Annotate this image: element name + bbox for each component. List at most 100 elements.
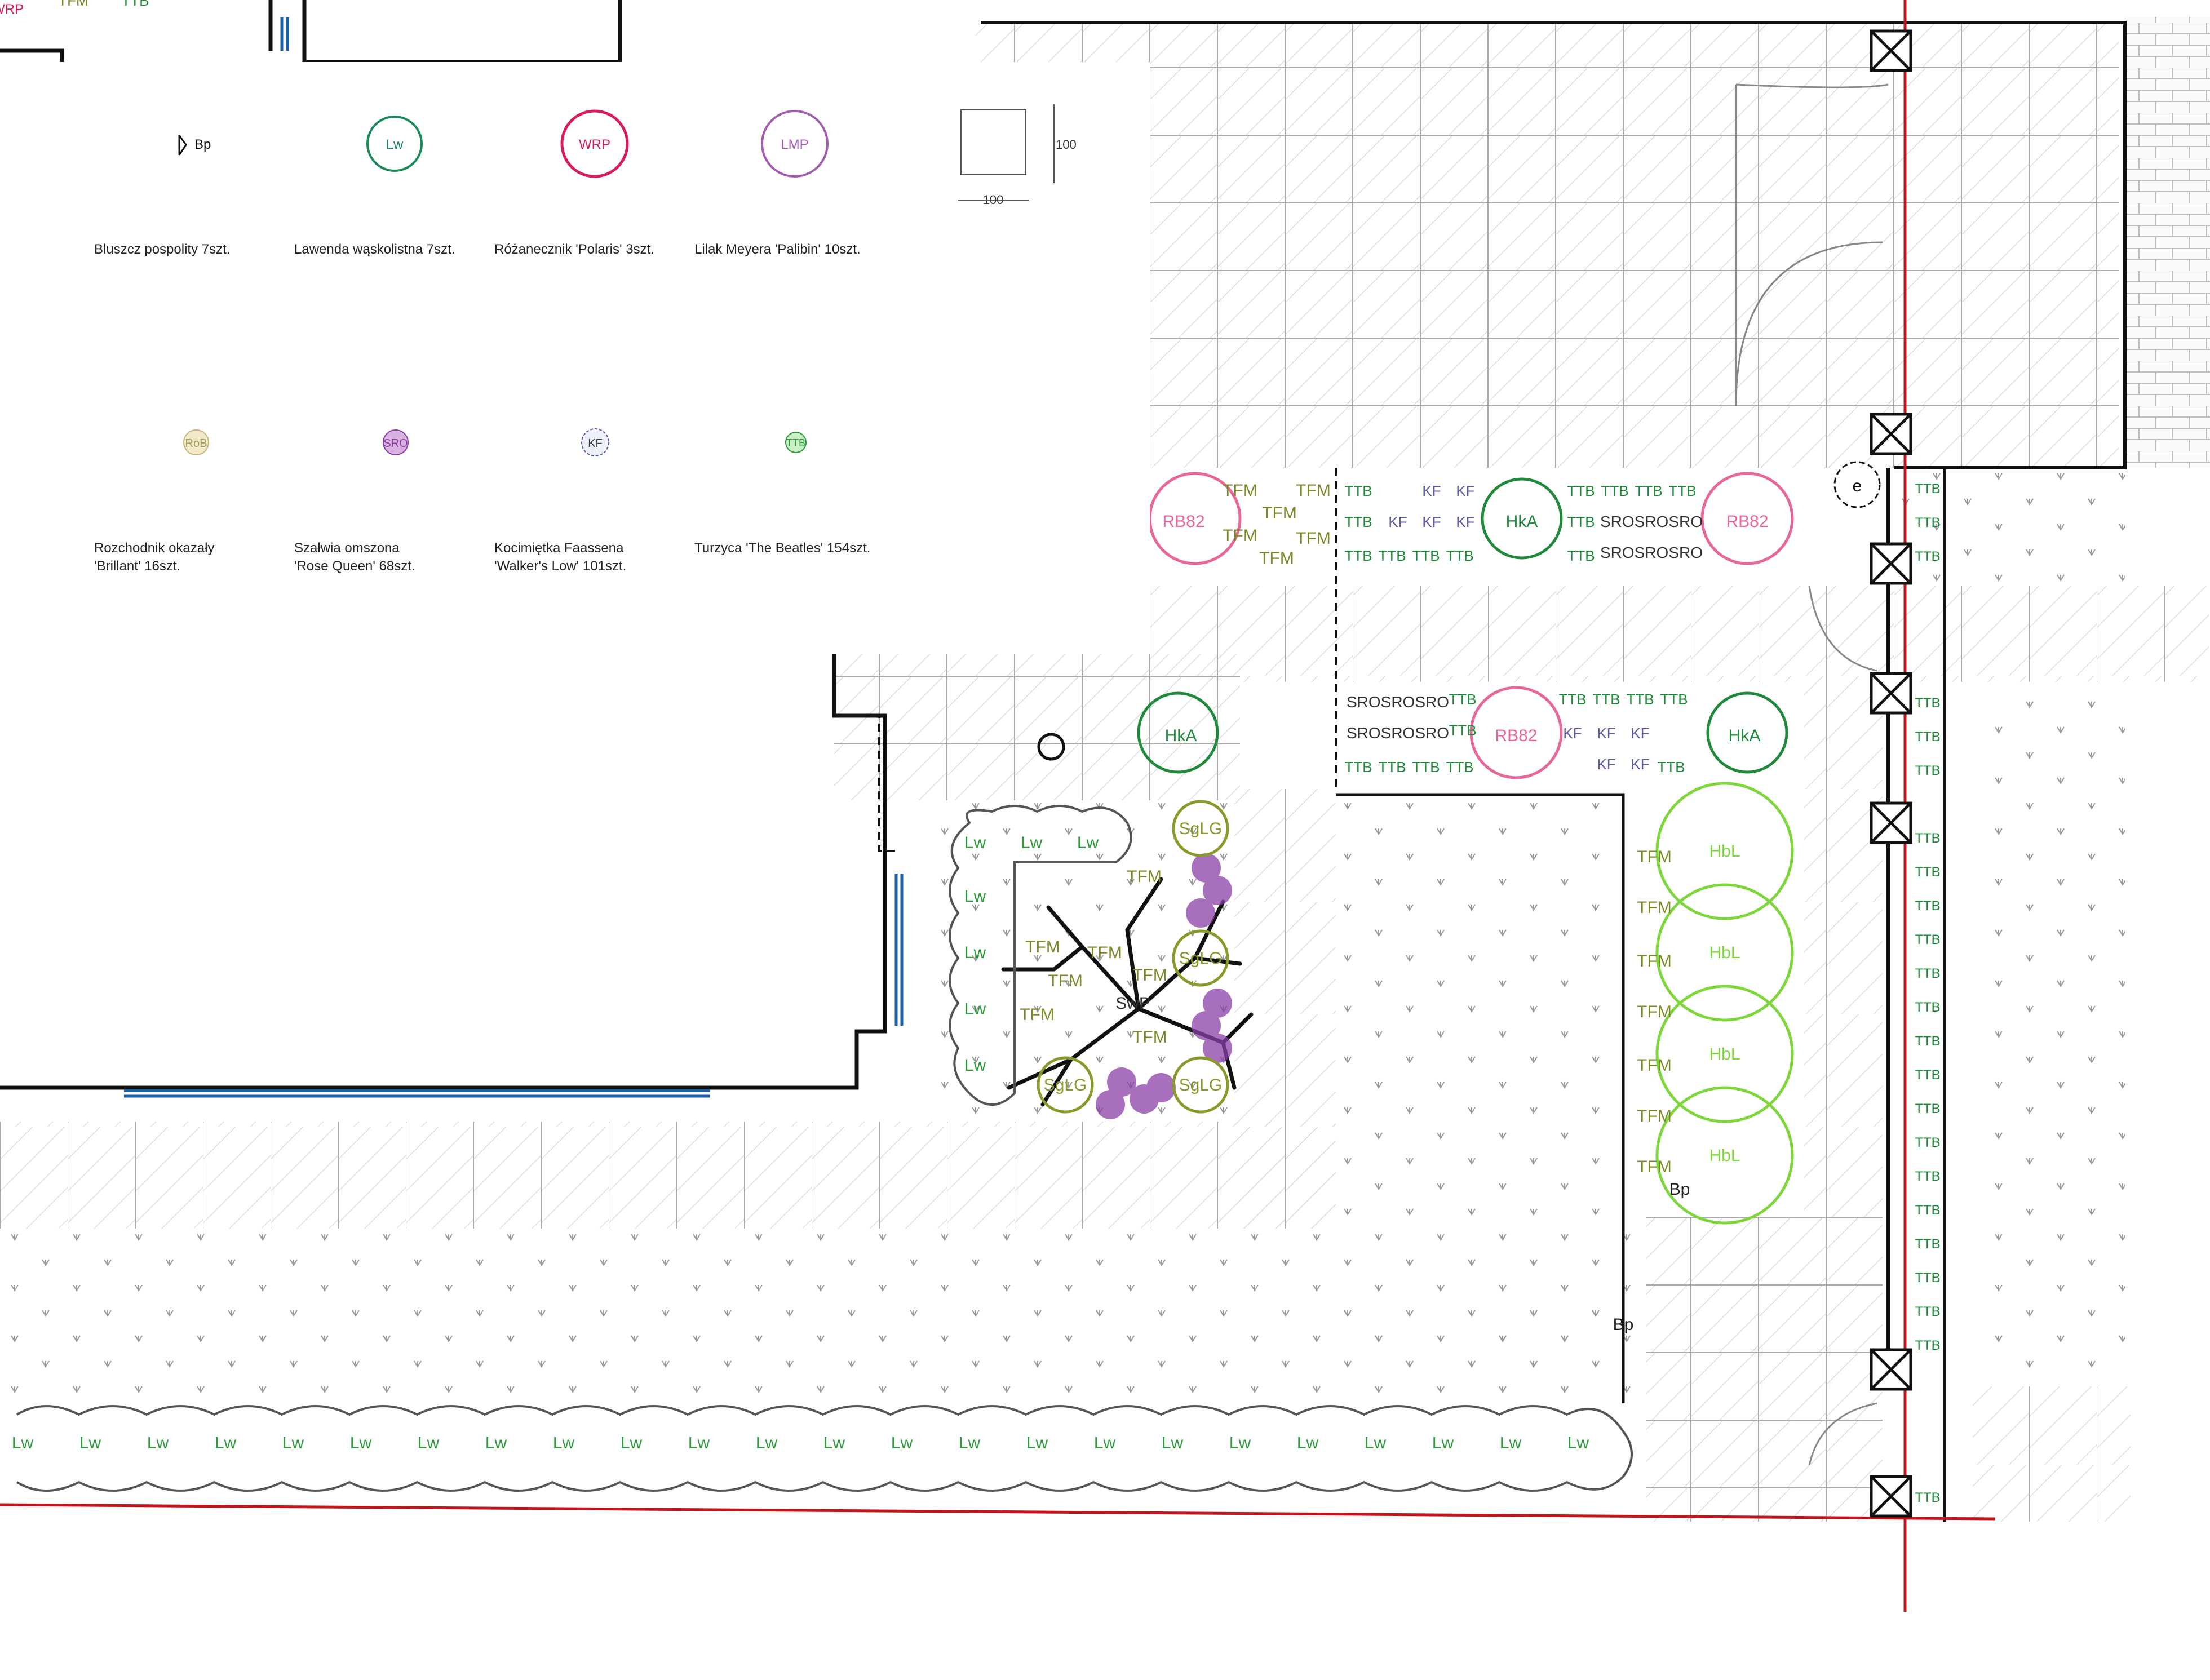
- label-tfm-15: TFM: [1637, 898, 1672, 917]
- label-lw-b22: Lw: [1432, 1434, 1454, 1452]
- label-ttb-fence-14: TTB: [1915, 1067, 1940, 1083]
- label-sro-row-1: SROSROSRO: [1600, 513, 1703, 530]
- label-lw-b13: Lw: [823, 1434, 845, 1452]
- label-rb82-3: RB82: [1495, 726, 1537, 745]
- label-tfm-12: TFM: [1296, 529, 1331, 548]
- label-lw-b15: Lw: [959, 1434, 981, 1452]
- label-lw-b12: Lw: [756, 1434, 778, 1452]
- label-ttb-23: TTB: [1657, 759, 1685, 775]
- legend-name-kf-1: Kocimiętka Faassena: [494, 540, 624, 556]
- label-ttb-1: TTB: [1344, 482, 1372, 499]
- label-tfm-7: TFM: [1132, 1028, 1167, 1047]
- label-kf-6: KF: [1597, 725, 1615, 742]
- label-tfm-19: TFM: [1637, 1107, 1672, 1125]
- label-ttb-fence-7: TTB: [1915, 831, 1940, 846]
- label-ttb-22: TTB: [1660, 691, 1688, 708]
- label-swp: SwP: [1115, 994, 1150, 1013]
- label-ttb-fence-13: TTB: [1915, 1034, 1940, 1049]
- label-lw-b8: Lw: [485, 1434, 507, 1452]
- label-ttb-2: TTB: [1344, 513, 1372, 530]
- label-tfm-20: TFM: [1637, 1158, 1672, 1176]
- label-lw-b19: Lw: [1229, 1434, 1251, 1452]
- label-ttb-fence-20: TTB: [1915, 1270, 1940, 1286]
- label-hbl-3: HbL: [1709, 1045, 1740, 1063]
- label-kf-4: KF: [1422, 513, 1441, 530]
- label-ttb-fence-12: TTB: [1915, 1000, 1940, 1015]
- label-ttb-4: TTB: [1378, 547, 1406, 564]
- label-ttb-fence-17: TTB: [1915, 1169, 1940, 1184]
- label-ttb-9: TTB: [1635, 482, 1662, 499]
- label-ttb-7: TTB: [1567, 482, 1595, 499]
- label-kf-1: KF: [1422, 482, 1441, 499]
- label-tfm-9: TFM: [1262, 504, 1297, 522]
- label-lw-b9: Lw: [553, 1434, 575, 1452]
- label-lw-b7: Lw: [418, 1434, 440, 1452]
- legend-name-sro-2: 'Rose Queen' 68szt.: [294, 558, 415, 574]
- label-wrp-top: WRP: [0, 2, 24, 17]
- legend-name-lmp: Lilak Meyera 'Palibin' 10szt.: [694, 242, 861, 257]
- label-ttb-fence-8: TTB: [1915, 865, 1940, 880]
- label-lw-b18: Lw: [1162, 1434, 1184, 1452]
- label-ttb-fence-18: TTB: [1915, 1203, 1940, 1218]
- label-kf-7: KF: [1631, 725, 1649, 742]
- label-lw-6: Lw: [964, 1000, 986, 1018]
- label-ttb-16: TTB: [1378, 759, 1406, 775]
- label-kf-8: KF: [1563, 725, 1582, 742]
- label-lw-b16: Lw: [1026, 1434, 1048, 1452]
- legend-name-lw: Lawenda wąskolistna 7szt.: [294, 242, 455, 257]
- label-ttb-12: TTB: [1567, 547, 1595, 564]
- svg-text:KF: KF: [588, 437, 603, 450]
- label-ttb-20: TTB: [1592, 691, 1620, 708]
- label-ttb-fence-15: TTB: [1915, 1101, 1940, 1116]
- label-lw-b10: Lw: [621, 1434, 643, 1452]
- label-ttb-14: TTB: [1449, 722, 1476, 739]
- svg-text:TTB: TTB: [786, 437, 805, 449]
- svg-text:WRP: WRP: [579, 137, 610, 152]
- label-lw-b2: Lw: [79, 1434, 101, 1452]
- label-ttb-13: TTB: [1449, 691, 1476, 708]
- scale-height-label: 100: [1056, 138, 1077, 152]
- svg-text:RoB: RoB: [185, 437, 207, 450]
- legend-name-kf-2: 'Walker's Low' 101szt.: [494, 558, 626, 574]
- label-lw-4: Lw: [964, 887, 986, 906]
- label-tfm-6: TFM: [1020, 1005, 1055, 1024]
- label-ttb-5: TTB: [1412, 547, 1440, 564]
- label-ttb-fence-10: TTB: [1915, 932, 1940, 947]
- svg-text:SRO: SRO: [383, 437, 408, 450]
- legend-name-bp: Bluszcz pospolity 7szt.: [94, 242, 230, 257]
- label-lw-b1: Lw: [12, 1434, 34, 1452]
- label-ttb-11: TTB: [1567, 513, 1595, 530]
- label-lw-5: Lw: [964, 943, 986, 962]
- label-ttb-fence-6: TTB: [1915, 763, 1940, 778]
- label-tfm-top: TFM: [58, 0, 88, 9]
- garden-plan-drawing: RB82 RB82 RB82 HkA HkA HkA HbL HbL HbL H…: [0, 0, 2210, 1612]
- label-ttb-fence-9: TTB: [1915, 898, 1940, 914]
- label-hbl-2: HbL: [1709, 943, 1740, 962]
- legend-symbol-sro: SRO: [383, 429, 409, 455]
- label-kf-3: KF: [1388, 513, 1407, 530]
- legend-symbol-ttb: TTB: [785, 432, 807, 453]
- scale-width-label: 100: [983, 193, 1004, 207]
- label-ttb-3: TTB: [1344, 547, 1372, 564]
- label-kf-9: KF: [1597, 756, 1615, 773]
- label-lw-b11: Lw: [688, 1434, 710, 1452]
- label-ttb-fence-4: TTB: [1915, 695, 1940, 711]
- label-ttb-6: TTB: [1446, 547, 1473, 564]
- label-kf-5: KF: [1456, 513, 1474, 530]
- label-bp-1: Bp: [1669, 1180, 1690, 1199]
- label-tfm-4: TFM: [1087, 943, 1122, 962]
- legend-symbol-rob: RoB: [183, 429, 209, 455]
- label-kf-2: KF: [1456, 482, 1474, 499]
- legend-name-rob-1: Rozchodnik okazały: [94, 540, 214, 556]
- label-rb82-2: RB82: [1726, 512, 1768, 531]
- label-ttb-17: TTB: [1412, 759, 1440, 775]
- legend-name-wrp: Różanecznik 'Polaris' 3szt.: [494, 242, 654, 257]
- label-ttb-18: TTB: [1446, 759, 1473, 775]
- label-sro-row-2: SROSROSRO: [1600, 544, 1703, 561]
- label-hka-3: HkA: [1729, 726, 1761, 745]
- label-tfm-1: TFM: [1127, 867, 1162, 886]
- label-sro-row-3: SROSROSRO: [1347, 693, 1449, 711]
- label-tfm-11: TFM: [1223, 526, 1257, 545]
- label-sglg-2: SgLG: [1179, 949, 1223, 968]
- label-ttb-fence-5: TTB: [1915, 729, 1940, 744]
